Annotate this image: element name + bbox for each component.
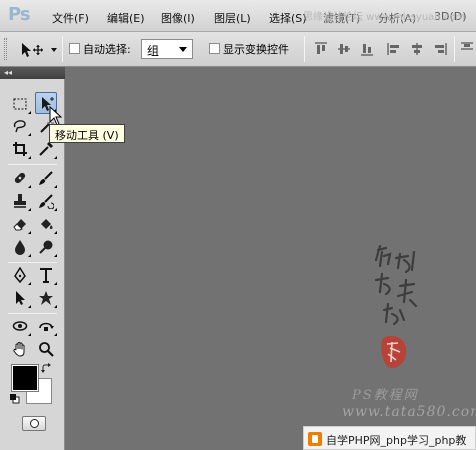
menu-edit[interactable]: 编辑(E) [107,10,145,26]
history-brush-icon [39,194,54,209]
toolbox-separator [8,262,57,263]
pen-tool[interactable] [9,264,31,286]
menu-select[interactable]: 选择(S) [269,10,307,26]
menu-file[interactable]: 文件(F) [52,10,89,26]
custom-shape-tool[interactable] [35,287,57,309]
php-site-badge[interactable]: 自学PHP网_php学习_php教 [303,426,476,450]
php-site-text: 自学PHP网_php学习_php教 [326,434,467,447]
red-seal-stamp [381,335,407,368]
align-vcenter-icon[interactable] [337,42,351,56]
eraser-icon [13,219,26,231]
clone-stamp-icon [14,194,26,208]
quick-mask-icon [30,419,39,428]
watermark-top: 思缘设计论坛 www.missyuan.com [303,12,466,23]
align-bottom-icon[interactable] [360,42,374,56]
hand-tool[interactable] [9,338,31,360]
path-selection-tool[interactable] [9,287,31,309]
hand-icon [13,342,25,357]
photoshop-logo: Ps [8,4,31,25]
type-icon [40,268,52,283]
align-right-icon[interactable] [433,42,447,56]
move-tool-tooltip: 移动工具 (V) [49,124,125,143]
swap-colors-icon[interactable] [41,363,52,374]
menu-layer[interactable]: 图层(L) [214,10,251,26]
move-arrows-icon [22,43,57,57]
brush-icon [39,171,53,185]
auto-select-value: 组 [147,44,160,58]
options-separator [62,36,63,62]
auto-select-label: 自动选择: [83,43,131,56]
history-brush-tool[interactable] [35,190,57,212]
crop-icon [13,142,27,156]
toolbox-separator [8,164,57,165]
path-selection-icon [16,291,25,305]
menu-image[interactable]: 图像(I) [161,10,195,26]
watermark-site-name: PS教程网 [352,388,419,403]
eraser-tool[interactable] [9,213,31,235]
align-top-icon[interactable] [314,42,328,56]
crop-tool[interactable] [9,138,31,160]
spot-healing-icon [14,172,26,184]
tool-preset-picker[interactable] [16,40,64,60]
align-left-icon[interactable] [387,42,401,56]
3d-orbit-tool[interactable] [35,315,57,337]
blur-tool[interactable] [9,236,31,258]
custom-shape-icon [39,291,53,305]
brush-tool[interactable] [35,167,57,189]
mouse-cursor-icon [49,106,63,126]
menu-bar: Ps 文件(F) 编辑(E) 图像(I) 图层(L) 选择(S) 滤镜(T) 分… [0,0,476,32]
php-site-logo-icon [308,432,322,446]
marquee-tool[interactable] [9,93,31,115]
show-transform-checkbox[interactable] [209,43,220,54]
options-separator [454,36,455,62]
auto-select-dropdown[interactable]: 组 [141,39,193,59]
options-bar-grip[interactable] [4,38,7,60]
3d-rotate-tool[interactable] [9,315,31,337]
align-hcenter-icon[interactable] [410,42,424,56]
toolbox-collapse-bar[interactable]: ◂◂ [0,67,65,79]
chevron-down-icon [179,47,187,52]
distribute-top-icon[interactable] [460,42,474,56]
lasso-tool[interactable] [9,115,31,137]
options-separator [304,36,305,62]
rectangular-marquee-icon [13,98,27,110]
eyedropper-icon [39,142,53,156]
auto-select-checkbox[interactable] [69,43,80,54]
type-tool[interactable] [35,264,57,286]
toolbox-separator [8,313,57,314]
pen-icon [14,267,26,283]
3d-rotate-icon [12,321,28,331]
healing-tool[interactable] [9,167,31,189]
show-transform-label: 显示变换控件 [223,43,289,56]
dodge-icon [39,240,53,254]
paint-bucket-tool[interactable] [35,213,57,235]
paint-bucket-icon [41,219,53,229]
lasso-icon [13,120,26,133]
options-bar: 自动选择: 组 显示变换控件 [0,32,476,67]
foreground-color-swatch[interactable] [11,364,39,392]
default-colors-icon[interactable] [10,394,20,404]
quick-mask-button[interactable] [22,416,46,431]
dodge-tool[interactable] [35,236,57,258]
zoom-icon [39,342,54,357]
zoom-tool[interactable] [35,338,57,360]
watermark-site-url: www.tata580.com [342,404,476,420]
3d-orbit-icon [39,322,54,331]
clone-stamp-tool[interactable] [9,190,31,212]
blur-icon [15,240,25,255]
